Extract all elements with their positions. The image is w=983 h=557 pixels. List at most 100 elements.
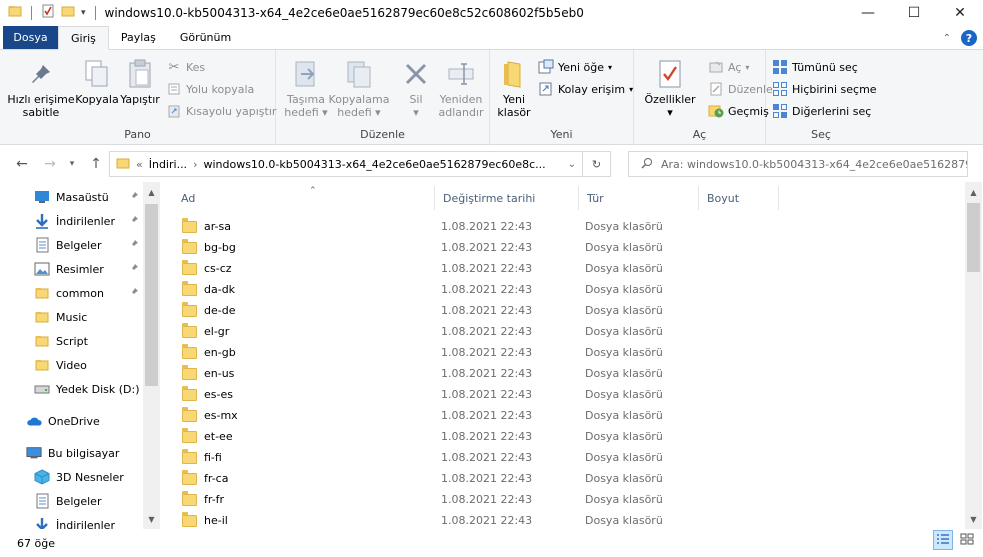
nav-item[interactable]: common: [0, 282, 143, 304]
nav-item[interactable]: Video: [0, 354, 143, 376]
properties-check-icon[interactable]: [41, 4, 55, 21]
nav-item[interactable]: 3D Nesneler: [0, 466, 143, 488]
copy-to-button[interactable]: Kopyalama hedefi ▾: [328, 58, 390, 119]
customize-dropdown-icon[interactable]: ▾: [81, 8, 86, 18]
search-box[interactable]: Ara: windows10.0-kb5004313-x64_4e2ce6e0a…: [628, 151, 968, 177]
minimize-button[interactable]: —: [845, 0, 891, 25]
nav-item[interactable]: OneDrive: [0, 410, 143, 432]
file-list-scrollbar[interactable]: ▲ ▼: [965, 182, 982, 529]
file-date-cell: 1.08.2021 22:43: [441, 514, 533, 527]
folder-icon: [182, 364, 197, 380]
scroll-thumb[interactable]: [145, 204, 158, 386]
cut-button[interactable]: ✂ Kes: [166, 59, 206, 75]
copy-button[interactable]: Kopyala: [74, 58, 120, 106]
pin-quick-access-button[interactable]: Hızlı erişime sabitle: [6, 58, 76, 119]
table-row[interactable]: de-de 1.08.2021 22:43 Dosya klasörü: [165, 300, 965, 321]
recent-locations-button[interactable]: ▾: [60, 152, 84, 176]
table-row[interactable]: es-es 1.08.2021 22:43 Dosya klasörü: [165, 384, 965, 405]
edit-button[interactable]: Düzenle: [708, 81, 773, 97]
table-row[interactable]: ar-sa 1.08.2021 22:43 Dosya klasörü: [165, 216, 965, 237]
nav-item[interactable]: İndirilenler: [0, 210, 143, 232]
breadcrumb-separator[interactable]: ›: [193, 158, 197, 171]
nav-item[interactable]: Resimler: [0, 258, 143, 280]
details-view-button[interactable]: [933, 530, 953, 550]
refresh-icon: ↻: [591, 157, 602, 171]
column-header-type[interactable]: Tür: [579, 186, 699, 210]
maximize-button[interactable]: ☐: [891, 0, 937, 25]
new-folder-button[interactable]: Yeni klasör: [496, 58, 532, 119]
close-button[interactable]: ✕: [937, 0, 983, 25]
nav-item-label: İndirilenler: [56, 214, 115, 228]
table-row[interactable]: he-il 1.08.2021 22:43 Dosya klasörü: [165, 510, 965, 529]
table-row[interactable]: da-dk 1.08.2021 22:43 Dosya klasörü: [165, 279, 965, 300]
file-date-cell: 1.08.2021 22:43: [441, 493, 533, 506]
scroll-up-icon[interactable]: ▲: [965, 184, 982, 200]
nav-scrollbar[interactable]: ▲ ▼: [143, 182, 160, 529]
navigation-pane: Masaüstü İndirilenler Belgeler Resimler comm…: [0, 182, 160, 529]
scroll-down-icon[interactable]: ▼: [143, 511, 160, 527]
nav-item[interactable]: İndirilenler: [0, 514, 143, 529]
help-icon[interactable]: ?: [961, 30, 977, 46]
column-header-name[interactable]: Ad ⌃: [173, 186, 435, 210]
file-name-cell: et-ee: [182, 426, 233, 447]
breadcrumb-overflow[interactable]: «: [136, 158, 143, 171]
new-folder-icon[interactable]: [61, 4, 75, 21]
table-row[interactable]: fr-ca 1.08.2021 22:43 Dosya klasörü: [165, 468, 965, 489]
refresh-button[interactable]: ↻: [583, 151, 611, 177]
file-type-cell: Dosya klasörü: [585, 388, 663, 401]
nav-item[interactable]: Masaüstü: [0, 186, 143, 208]
select-none-button[interactable]: Hiçbirini seçme: [772, 81, 877, 97]
table-row[interactable]: fr-fr 1.08.2021 22:43 Dosya klasörü: [165, 489, 965, 510]
tab-share[interactable]: Paylaş: [109, 26, 168, 49]
nav-item[interactable]: Music: [0, 306, 143, 328]
table-row[interactable]: bg-bg 1.08.2021 22:43 Dosya klasörü: [165, 237, 965, 258]
file-name-cell: es-es: [182, 384, 233, 405]
nav-item[interactable]: Belgeler: [0, 490, 143, 512]
scroll-up-icon[interactable]: ▲: [143, 184, 160, 200]
up-button[interactable]: ↑: [84, 152, 108, 176]
paste-shortcut-button[interactable]: Kısayolu yapıştır: [166, 103, 276, 119]
move-to-button[interactable]: Taşıma hedefi ▾: [280, 58, 332, 119]
nav-item[interactable]: Bu bilgisayar: [0, 442, 143, 464]
nav-item[interactable]: Yedek Disk (D:): [0, 378, 143, 400]
tab-home[interactable]: Giriş: [58, 26, 109, 50]
document-icon: [34, 237, 50, 253]
nav-item[interactable]: Script: [0, 330, 143, 352]
table-row[interactable]: et-ee 1.08.2021 22:43 Dosya klasörü: [165, 426, 965, 447]
column-header-size[interactable]: Boyut: [699, 186, 779, 210]
tab-file[interactable]: Dosya: [3, 26, 58, 49]
open-button[interactable]: Aç ▾: [708, 59, 749, 75]
table-row[interactable]: es-mx 1.08.2021 22:43 Dosya klasörü: [165, 405, 965, 426]
ribbon-tabs: Dosya Giriş Paylaş Görünüm ⌃ ?: [0, 26, 983, 50]
table-row[interactable]: en-gb 1.08.2021 22:43 Dosya klasörü: [165, 342, 965, 363]
nav-item[interactable]: Belgeler: [0, 234, 143, 256]
table-row[interactable]: fi-fi 1.08.2021 22:43 Dosya klasörü: [165, 447, 965, 468]
copy-path-button[interactable]: Yolu kopyala: [166, 81, 254, 97]
nav-item-label: İndirilenler: [56, 518, 115, 530]
address-dropdown-icon[interactable]: ⌄: [568, 159, 576, 170]
properties-button[interactable]: Özellikler ▾: [640, 58, 700, 119]
delete-button[interactable]: Sil ▾: [396, 58, 436, 119]
back-button[interactable]: ←: [10, 152, 34, 176]
easy-access-button[interactable]: Kolay erişim ▾: [538, 81, 633, 97]
paste-button[interactable]: Yapıştır: [118, 58, 162, 106]
history-button[interactable]: Geçmiş: [708, 103, 769, 119]
column-header-date[interactable]: Değiştirme tarihi: [435, 186, 579, 210]
scroll-down-icon[interactable]: ▼: [965, 511, 982, 527]
breadcrumb-parent[interactable]: İndiri...: [149, 158, 187, 171]
select-all-button[interactable]: Tümünü seç: [772, 59, 858, 75]
table-row[interactable]: cs-cz 1.08.2021 22:43 Dosya klasörü: [165, 258, 965, 279]
large-icons-view-button[interactable]: [957, 530, 977, 550]
scroll-thumb[interactable]: [967, 203, 980, 272]
table-row[interactable]: el-gr 1.08.2021 22:43 Dosya klasörü: [165, 321, 965, 342]
address-bar[interactable]: « İndiri... › windows10.0-kb5004313-x64_…: [109, 151, 583, 177]
breadcrumb-current[interactable]: windows10.0-kb5004313-x64_4e2ce6e0ae5162…: [203, 158, 545, 171]
collapse-ribbon-icon[interactable]: ⌃: [943, 33, 951, 44]
window-title: windows10.0-kb5004313-x64_4e2ce6e0ae5162…: [104, 5, 584, 20]
invert-selection-button[interactable]: Diğerlerini seç: [772, 103, 871, 119]
forward-button[interactable]: →: [38, 152, 62, 176]
rename-button[interactable]: Yeniden adlandır: [434, 58, 488, 119]
table-row[interactable]: en-us 1.08.2021 22:43 Dosya klasörü: [165, 363, 965, 384]
new-item-button[interactable]: Yeni öğe ▾: [538, 59, 612, 75]
tab-view[interactable]: Görünüm: [168, 26, 243, 49]
